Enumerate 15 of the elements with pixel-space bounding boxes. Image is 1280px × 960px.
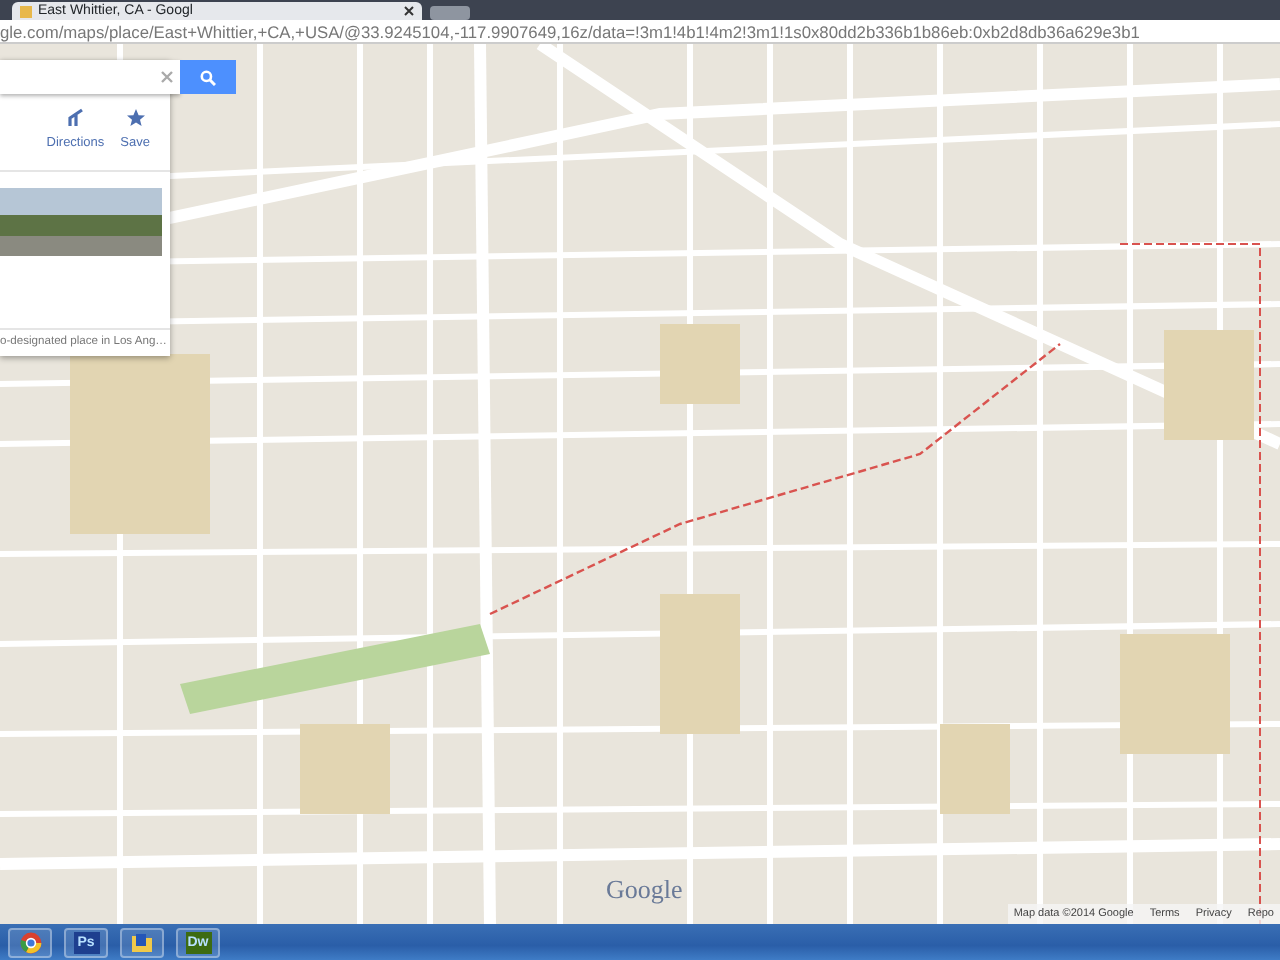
- route-icon: [65, 108, 86, 128]
- clear-icon[interactable]: [160, 70, 174, 84]
- map-logo: Google: [606, 872, 683, 908]
- taskbar-app[interactable]: [8, 927, 52, 957]
- star-icon: [125, 108, 146, 128]
- taskbar-app[interactable]: [120, 927, 164, 957]
- search-icon: [200, 69, 216, 85]
- circle-app-icon: [19, 931, 41, 953]
- folder-icon: [130, 931, 154, 953]
- search-field[interactable]: [0, 60, 180, 94]
- address-bar[interactable]: gle.com/maps/place/East+Whittier,+CA,+USA/@33.9245104,-117.9907649,16z/data=!3m1!4b1!4m2!3m1!1s0x80dd2b336b1b86eb:0xb2d8db36a629e3b1: [0, 20, 1280, 44]
- search-button[interactable]: [180, 60, 236, 94]
- page-icon: [20, 5, 32, 17]
- new-tab-button[interactable]: [430, 6, 470, 20]
- close-icon[interactable]: [404, 6, 414, 16]
